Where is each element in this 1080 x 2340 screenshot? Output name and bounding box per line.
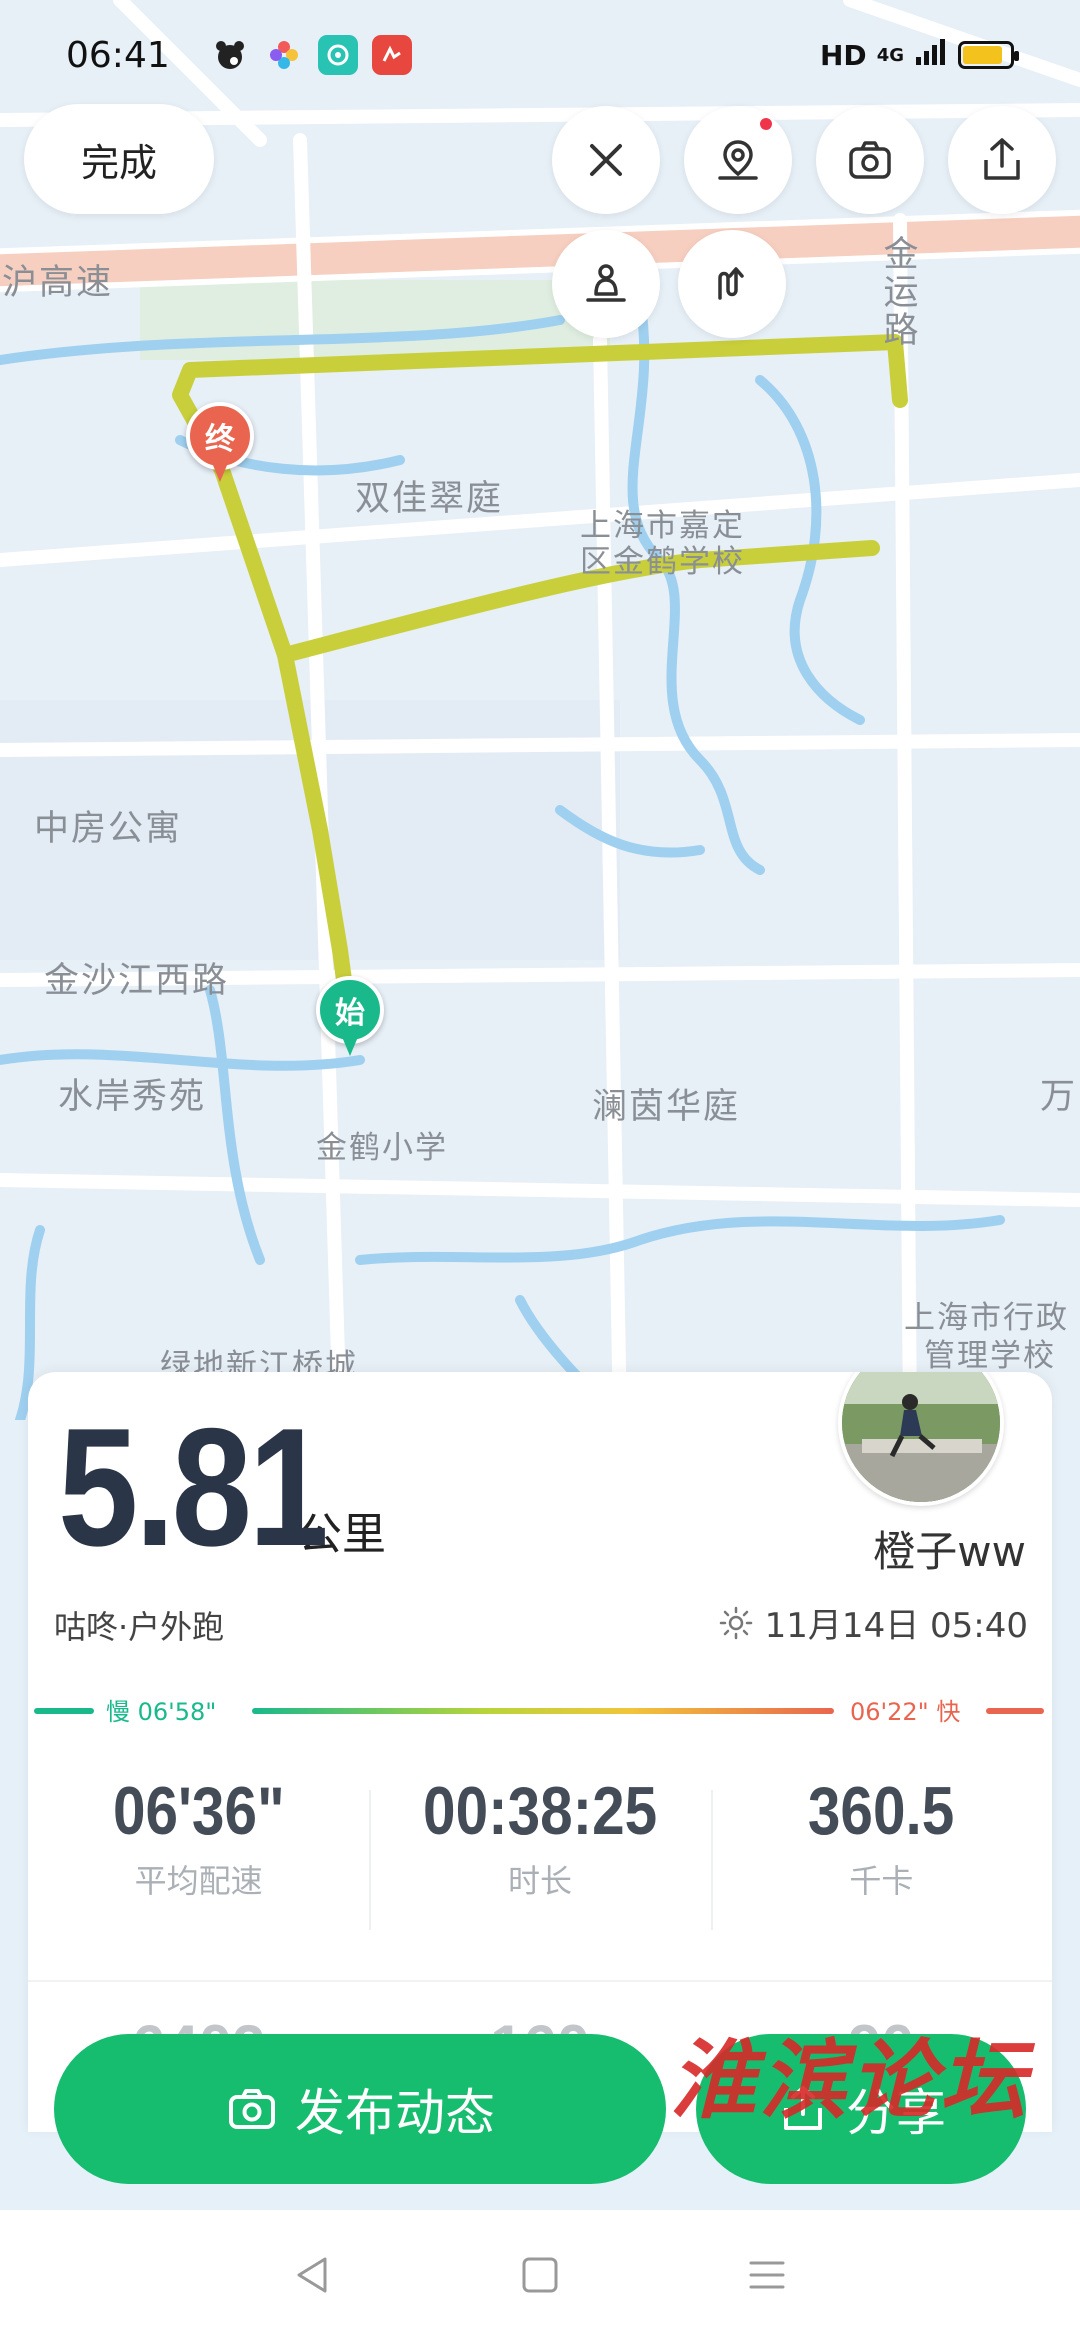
pace-gradient-bar: 慢 06'58" 06'22" 快	[34, 1692, 1044, 1728]
done-button[interactable]: 完成	[24, 104, 214, 214]
start-marker-tip	[340, 1032, 360, 1056]
metric-label: 千卡	[849, 1862, 914, 1900]
workout-datetime: 11月14日 05:40	[719, 1598, 1028, 1647]
network-hd-label: HD	[820, 38, 867, 72]
person-icon	[586, 264, 626, 302]
signal-icon	[914, 37, 948, 74]
notification-app-icon	[371, 35, 412, 75]
nav-back-button[interactable]	[283, 2245, 343, 2305]
map-label-wan: 万	[1040, 1077, 1078, 1117]
share-top-button[interactable]	[948, 106, 1056, 214]
metrics-row: 06'36" 平均配速 00:38:25 时长 360.5 千卡	[28, 1772, 1052, 1930]
camera-icon	[229, 2089, 275, 2129]
close-button[interactable]	[552, 106, 660, 214]
home-icon	[522, 2257, 558, 2293]
map-label-jinshajiang: 金沙江西路	[44, 961, 230, 1001]
map-label-admin-school-2: 管理学校	[924, 1338, 1056, 1374]
pace-line-fast	[986, 1708, 1044, 1714]
map-label-shuian: 水岸秀苑	[58, 1077, 207, 1117]
map-label-shuangjia: 双佳翠庭	[355, 479, 504, 519]
status-time: 06:41	[66, 34, 170, 76]
route-branch	[277, 540, 880, 663]
camera-button[interactable]	[816, 106, 924, 214]
notification-dot	[758, 116, 774, 132]
sun-icon	[719, 1606, 752, 1639]
status-bar: 06:41 HD 4G	[0, 0, 1080, 110]
metric-value: 360.5	[808, 1773, 955, 1849]
close-icon	[590, 144, 622, 176]
pace-line-slow	[34, 1708, 94, 1714]
card-divider	[28, 1980, 1052, 1982]
avatar[interactable]	[838, 1372, 1004, 1506]
sport-type: 咕咚·户外跑	[54, 1608, 225, 1646]
signal-4g-label: 4G	[876, 44, 904, 66]
location-button[interactable]	[684, 106, 792, 214]
map-label-jinyun-road: 金运路	[883, 235, 921, 351]
menu-icon	[749, 2261, 785, 2289]
person-view-button[interactable]	[552, 230, 660, 338]
metric-value: 06'36"	[112, 1773, 285, 1849]
share-icon	[984, 138, 1020, 180]
map-label-zhongfang: 中房公寓	[34, 809, 183, 849]
notification-music-icon	[317, 35, 358, 75]
map-pin-icon	[718, 140, 758, 180]
battery-fill	[963, 46, 1003, 64]
forum-watermark: 淮滨论坛	[670, 2030, 1030, 2131]
metric-duration: 00:38:25 时长	[369, 1772, 710, 1930]
map-label-jinhe-primary: 金鹤小学	[316, 1130, 448, 1166]
route-icon	[718, 267, 744, 300]
map-label-lanyin: 澜茵华庭	[592, 1087, 741, 1127]
system-nav-bar	[0, 2210, 1080, 2340]
datetime-text: 11月14日 05:40	[764, 1606, 1028, 1646]
pace-fast-label: 06'22" 快	[850, 1698, 961, 1726]
distance-value: 5.81	[58, 1393, 329, 1581]
back-icon	[297, 2257, 327, 2293]
post-button-label: 发布动态	[295, 2084, 495, 2142]
map-label-school-2: 区金鹤学校	[580, 544, 745, 580]
username: 橙子ww	[873, 1527, 1026, 1576]
battery-icon	[958, 41, 1019, 69]
camera-icon	[849, 141, 891, 179]
metric-label: 时长	[507, 1862, 572, 1900]
notification-flower-icon	[264, 35, 304, 75]
nav-home-button[interactable]	[510, 2245, 570, 2305]
pace-line-gradient	[252, 1708, 834, 1714]
metric-calories: 360.5 千卡	[710, 1772, 1052, 1930]
metric-avg-pace: 06'36" 平均配速	[28, 1772, 369, 1912]
map-label-highway: 沪高速	[2, 263, 114, 303]
end-marker[interactable]: 终	[186, 402, 254, 484]
end-marker-tip	[210, 458, 230, 482]
distance-block: 5.81 公里	[58, 1393, 386, 1581]
post-button[interactable]: 发布动态	[54, 2034, 666, 2184]
start-marker[interactable]: 始	[316, 976, 384, 1058]
pace-slow-label: 慢 06'58"	[106, 1698, 217, 1726]
nav-menu-button[interactable]	[737, 2245, 797, 2305]
notification-bear-icon	[210, 35, 250, 75]
metric-label: 平均配速	[134, 1862, 263, 1900]
metric-value: 00:38:25	[422, 1773, 658, 1849]
avatar-photo	[842, 1372, 1000, 1502]
route-replay-button[interactable]	[678, 230, 786, 338]
